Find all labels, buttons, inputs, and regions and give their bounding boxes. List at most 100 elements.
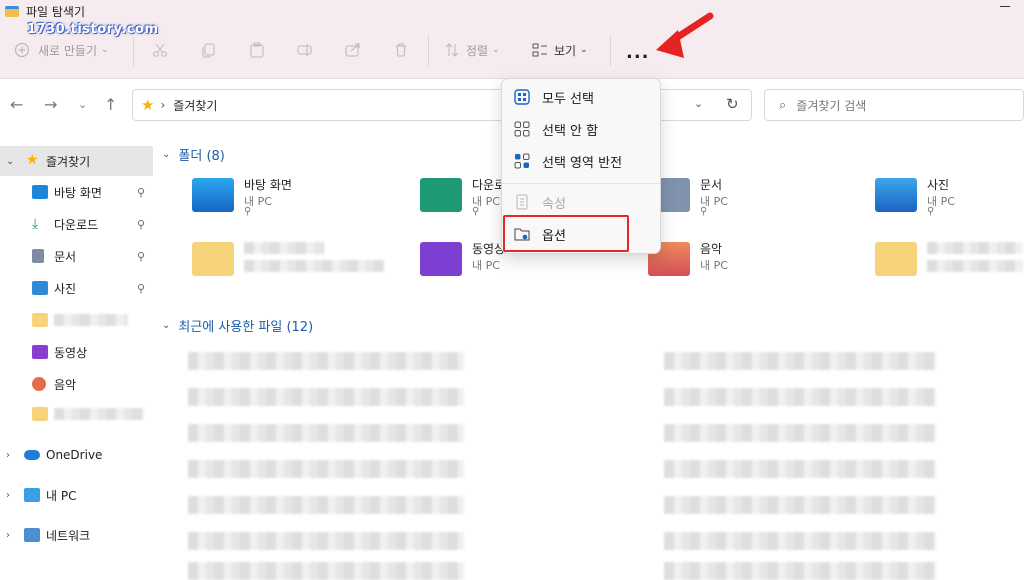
red-arrow-icon [656,12,714,58]
recent-file-row[interactable] [664,352,936,370]
recent-files-section-header[interactable]: ⌄ 최근에 사용한 파일 (12) [162,316,313,335]
folder-tile[interactable]: 사진 내 PC ⚲ [875,176,1024,220]
sidebar-item-documents[interactable]: 문서 ⚲ [0,241,153,271]
view-button[interactable]: 보기 ⌄ [532,39,588,61]
folder-tile[interactable]: 바탕 화면 내 PC ⚲ [192,176,392,220]
sidebar-item-videos[interactable]: 동영상 [0,337,153,367]
recent-file-row[interactable] [664,388,936,406]
trash-icon [396,43,406,57]
share-button[interactable] [345,39,361,61]
back-arrow-icon[interactable]: ← [10,95,23,114]
recent-file-row[interactable] [664,424,936,442]
folder-icon [192,242,234,276]
sidebar-item-blurred-folder[interactable] [0,305,153,335]
up-arrow-icon[interactable]: ↑ [104,95,117,114]
red-highlight-box [503,215,629,252]
copy-button[interactable] [201,39,217,61]
toolbar-divider [428,36,429,66]
sidebar-item-music[interactable]: 음악 [0,369,153,399]
more-options-button[interactable]: ... [626,42,650,63]
blurred-label [927,260,1023,272]
view-icon [532,43,547,57]
recent-file-row[interactable] [188,532,464,550]
sidebar-item-pictures[interactable]: 사진 ⚲ [0,273,153,303]
sidebar-item-favorites[interactable]: ⌄ ★ 즐겨찾기 [0,146,153,176]
folders-section-header[interactable]: ⌄ 폴더 (8) [162,145,225,164]
forward-arrow-icon[interactable]: → [44,95,57,114]
cloud-icon [24,450,40,460]
sort-button-label: 정렬 [466,43,489,58]
blurred-label [54,314,128,326]
sidebar-item-this-pc[interactable]: › 내 PC [0,480,153,510]
chevron-right-icon: › [6,489,10,501]
refresh-icon[interactable]: ↻ [726,95,739,113]
plus-circle-icon [14,42,30,58]
recent-file-row[interactable] [188,388,464,406]
menu-item-select-none[interactable]: 선택 안 함 [502,114,660,144]
watermark-text: 1730.tistory.com [27,22,159,37]
sidebar-item-desktop[interactable]: 바탕 화면 ⚲ [0,177,153,207]
recent-file-row[interactable] [188,460,464,478]
recent-file-row[interactable] [664,496,936,514]
menu-item-properties[interactable]: 속성 [502,187,660,217]
blurred-label [927,242,1023,254]
folder-tile[interactable]: 문서 내 PC ⚲ [648,176,848,220]
sidebar-item-downloads[interactable]: ⤓ 다운로드 ⚲ [0,209,153,239]
network-icon [24,528,40,542]
folder-icon [32,313,48,327]
new-button[interactable]: 새로 만들기 ⌄ [14,39,109,61]
search-icon: ⌕ [779,97,787,113]
sidebar-item-label: 음악 [54,377,77,392]
scissors-icon [153,43,167,57]
paste-button[interactable] [249,39,265,61]
minimize-icon[interactable] [1000,6,1010,7]
folder-name: 바탕 화면 [244,178,292,192]
video-folder-icon [420,242,462,276]
pin-icon: ⚲ [927,206,935,217]
computer-icon [24,488,40,502]
folder-tile[interactable] [192,240,392,284]
cut-button[interactable] [152,39,168,61]
sidebar-item-label: 문서 [54,249,77,264]
sort-button[interactable]: 정렬 ⌄ [444,39,500,61]
search-input[interactable]: ⌕ 즐겨찾기 검색 [764,89,1024,121]
toolbar-divider [133,36,134,66]
sidebar-item-network[interactable]: › 네트워크 [0,520,153,550]
folder-name: 사진 [927,178,950,192]
file-explorer-icon [5,5,19,17]
music-icon [32,377,46,391]
clipboard-icon [250,42,264,58]
pin-icon: ⚲ [137,249,146,263]
recent-locations-chevron-icon[interactable]: ⌄ [78,98,87,111]
rename-button[interactable] [297,39,313,61]
recent-file-row[interactable] [188,352,464,370]
recent-file-row[interactable] [188,562,464,580]
recent-file-row[interactable] [664,460,936,478]
folder-tile[interactable]: 음악 내 PC [648,240,848,284]
star-icon: ★ [141,96,155,114]
download-icon: ⤓ [32,216,39,232]
recent-file-row[interactable] [664,562,936,580]
breadcrumb-favorites[interactable]: 즐겨찾기 [173,97,217,114]
pin-icon: ⚲ [137,217,146,231]
folder-icon [32,407,48,421]
menu-item-invert-selection[interactable]: 선택 영역 반전 [502,146,660,176]
recent-file-row[interactable] [664,532,936,550]
sidebar-item-onedrive[interactable]: › OneDrive [0,440,153,470]
chevron-down-icon: ⌄ [6,155,15,167]
sidebar-item-blurred-folder[interactable] [0,399,153,429]
address-dropdown-icon[interactable]: ⌄ [694,97,703,110]
recent-file-row[interactable] [188,496,464,514]
desktop-icon [32,185,48,199]
blurred-label [54,408,144,420]
folder-tile[interactable] [875,240,1024,284]
delete-button[interactable] [393,39,409,61]
menu-divider [502,183,660,184]
section-title: 폴더 (8) [178,149,225,164]
window-title: 파일 탐색기 [26,4,86,19]
recent-file-row[interactable] [188,424,464,442]
menu-item-label: 선택 안 함 [542,123,599,139]
folder-name: 음악 [700,242,723,256]
menu-item-label: 선택 영역 반전 [542,155,623,171]
menu-item-select-all[interactable]: 모두 선택 [502,82,660,112]
